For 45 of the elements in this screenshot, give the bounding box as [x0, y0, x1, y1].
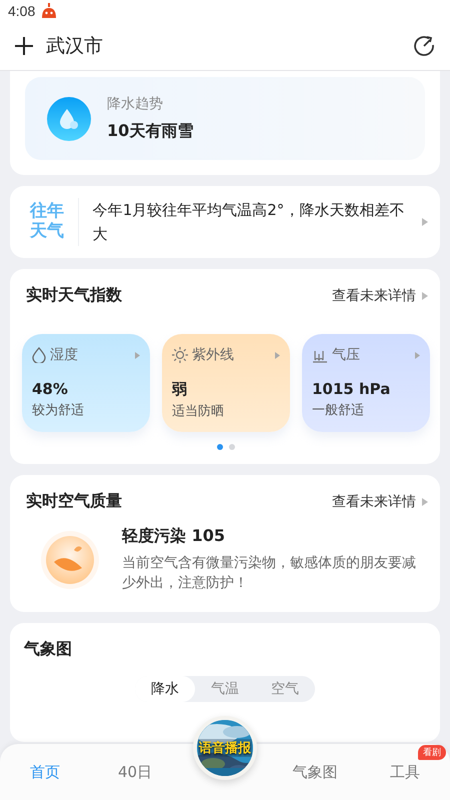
index-description: 一般舒适: [312, 402, 365, 419]
status-time: 4:08: [8, 3, 36, 19]
chevron-right-icon: [275, 352, 280, 358]
index-tile[interactable]: 湿度 48% 较为舒适: [22, 334, 150, 432]
index-value: 弱: [172, 380, 188, 399]
air-quality-level: 轻度污染 105: [122, 526, 226, 547]
index-description: 适当防晒: [172, 403, 225, 420]
index-label: 紫外线: [192, 346, 234, 364]
history-weather-card[interactable]: 往年天气 今年1月较往年平均气温高2°，降水天数相差不大: [10, 186, 440, 258]
robot-icon: [40, 3, 58, 19]
chevron-right-icon: [422, 218, 428, 226]
section-title: 实时空气质量: [26, 491, 122, 512]
nav-tab[interactable]: 气象图: [292, 756, 338, 788]
nav-tab[interactable]: 工具: [390, 756, 420, 788]
details-link[interactable]: 查看未来详情: [332, 492, 416, 510]
add-icon[interactable]: [14, 36, 34, 56]
index-tile[interactable]: 气压 1015 hPa 一般舒适: [302, 334, 430, 432]
index-description: 较为舒适: [32, 402, 85, 419]
city-name: 武汉市: [46, 34, 103, 59]
precip-label: 降水趋势: [107, 95, 164, 113]
leaf-icon: [40, 530, 100, 590]
index-value: 48%: [32, 380, 69, 398]
section-title: 实时天气指数: [26, 285, 122, 306]
air-quality-description: 当前空气含有微量污染物，敏感体质的朋友要减少外出，注意防护！: [122, 554, 417, 594]
details-link[interactable]: 查看未来详情: [332, 286, 416, 304]
chevron-right-icon: [135, 352, 140, 358]
precip-panel[interactable]: 降水趋势 10天有雨雪: [25, 77, 425, 160]
water-drop-icon: [32, 347, 46, 363]
refresh-icon[interactable]: [412, 34, 436, 58]
chevron-right-icon: [415, 352, 420, 358]
index-tile[interactable]: 紫外线 弱 适当防晒: [162, 334, 290, 432]
chevron-right-icon: [422, 292, 428, 300]
chevron-right-icon: [422, 498, 428, 506]
history-weather-text: 今年1月较往年平均气温高2°，降水天数相差不大: [92, 200, 406, 245]
notification-badge: 看剧: [418, 744, 446, 760]
water-drop-icon: [47, 96, 91, 140]
section-title: 气象图: [24, 638, 73, 660]
nav-tab[interactable]: 40日: [118, 756, 152, 788]
map-type-tab[interactable]: 降水: [135, 676, 195, 702]
index-label: 湿度: [50, 346, 78, 364]
precip-value: 10天有雨雪: [107, 121, 194, 142]
sun-icon: [172, 347, 188, 363]
history-weather-label: 往年天气: [30, 202, 65, 242]
index-label: 气压: [332, 346, 360, 364]
index-value: 1015 hPa: [312, 380, 392, 398]
